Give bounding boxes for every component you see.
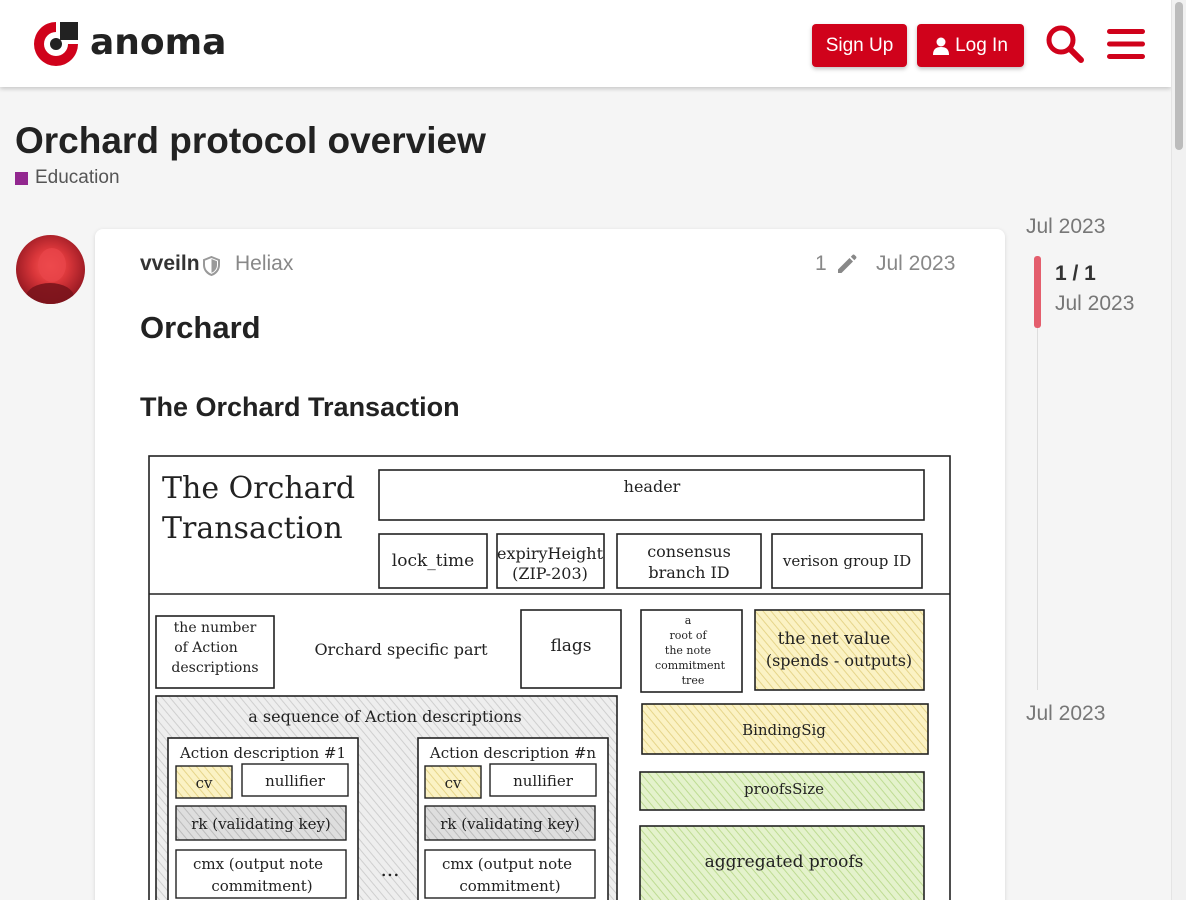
orchard-transaction-diagram[interactable]: The Orchard Transaction header lock_time… <box>140 448 959 900</box>
diagram-consensus-line2: branch ID <box>648 563 729 582</box>
diagram-nullifier-1: nullifier <box>265 772 326 790</box>
diagram-root-line1: a <box>685 614 692 627</box>
diagram-nullifier-n: nullifier <box>513 772 574 790</box>
diagram-version-group: verison group ID <box>782 552 911 570</box>
diagram-num-actions-line1: the number <box>174 620 257 636</box>
diagram-expiry-line2: (ZIP-203) <box>512 564 588 583</box>
diagram-root-line5: tree <box>682 674 705 687</box>
diagram-title-line2: Transaction <box>162 511 343 546</box>
diagram-num-actions-line3: descriptions <box>171 660 258 676</box>
diagram-net-value-line2: (spends - outputs) <box>766 651 912 670</box>
diagram-binding-sig: BindingSig <box>742 721 826 739</box>
timeline-position-date: Jul 2023 <box>1055 292 1135 315</box>
avatar[interactable] <box>16 235 85 304</box>
diagram-lock-time: lock_time <box>392 551 474 571</box>
diagram-proofs-size: proofsSize <box>744 780 824 798</box>
diagram-header-label: header <box>624 477 681 496</box>
diagram-cmx-n-line2: commitment) <box>459 877 560 895</box>
diagram-net-value-line1: the net value <box>778 629 891 649</box>
log-in-button[interactable]: Log In <box>917 24 1024 67</box>
topic-title[interactable]: Orchard protocol overview <box>15 120 486 162</box>
diagram-root-line2: root of <box>669 629 707 642</box>
diagram-root-line3: the note <box>665 644 711 657</box>
hamburger-menu-button[interactable] <box>1104 22 1148 66</box>
diagram-expiry-line1: expiryHeight <box>497 544 604 563</box>
net-value-box <box>754 609 925 691</box>
avatar-image <box>26 248 74 304</box>
post-date[interactable]: Jul 2023 <box>876 252 955 276</box>
timeline-handle[interactable] <box>1034 256 1041 328</box>
user-icon <box>933 37 950 55</box>
post-heading-transaction: The Orchard Transaction <box>140 392 460 422</box>
anoma-logo-icon <box>34 22 78 66</box>
diagram-cv-n: cv <box>445 774 462 792</box>
diagram-cmx-1-line1: cmx (output note <box>193 855 323 873</box>
page-scrollbar[interactable] <box>1171 0 1186 900</box>
logo-text: anoma <box>90 21 227 63</box>
category-label: Education <box>35 167 120 188</box>
diagram-rk-n: rk (validating key) <box>440 815 580 833</box>
diagram-flags: flags <box>550 636 591 656</box>
search-button[interactable] <box>1043 22 1087 66</box>
diagram-aggregated-proofs: aggregated proofs <box>705 852 864 872</box>
diagram-cv-1: cv <box>196 774 213 792</box>
diagram-orchard-specific: Orchard specific part <box>314 640 488 659</box>
site-header: anoma Sign Up Log In <box>0 0 1171 87</box>
post-heading-orchard: Orchard <box>140 310 261 345</box>
sign-up-label: Sign Up <box>825 34 894 56</box>
shield-icon <box>203 256 220 276</box>
timeline-start-date[interactable]: Jul 2023 <box>1026 215 1105 239</box>
diagram-title-line1: The Orchard <box>162 471 355 506</box>
log-in-label: Log In <box>955 34 1008 56</box>
timeline-end-date[interactable]: Jul 2023 <box>1026 702 1105 726</box>
search-icon <box>1046 25 1084 63</box>
diagram-num-actions-line2: of Action <box>174 640 238 656</box>
diagram-actionn-title: Action description #n <box>429 744 597 762</box>
post-user-group[interactable]: Heliax <box>235 252 293 276</box>
edit-count: 1 <box>815 252 827 275</box>
diagram-consensus-line1: consensus <box>647 542 731 561</box>
post-username[interactable]: vveiln <box>140 252 200 276</box>
timeline-position: 1 / 1 <box>1055 262 1096 285</box>
diagram-cmx-1-line2: commitment) <box>211 877 312 895</box>
pencil-icon <box>837 254 857 273</box>
diagram-action1-title: Action description #1 <box>179 744 346 762</box>
sign-up-button[interactable]: Sign Up <box>812 24 907 67</box>
scrollbar-thumb[interactable] <box>1175 2 1183 150</box>
diagram-root-line4: commitment <box>655 659 726 672</box>
diagram-rk-1: rk (validating key) <box>191 815 331 833</box>
edit-history-button[interactable]: 1 <box>815 252 859 276</box>
diagram-sequence: a sequence of Action descriptions <box>248 707 521 726</box>
anoma-logo[interactable]: anoma <box>30 18 226 70</box>
category-badge[interactable]: Education <box>15 167 120 189</box>
diagram-ellipsis: ... <box>380 857 399 881</box>
diagram-cmx-n-line1: cmx (output note <box>442 855 572 873</box>
category-color-square <box>15 171 28 185</box>
hamburger-menu-icon <box>1107 29 1145 59</box>
